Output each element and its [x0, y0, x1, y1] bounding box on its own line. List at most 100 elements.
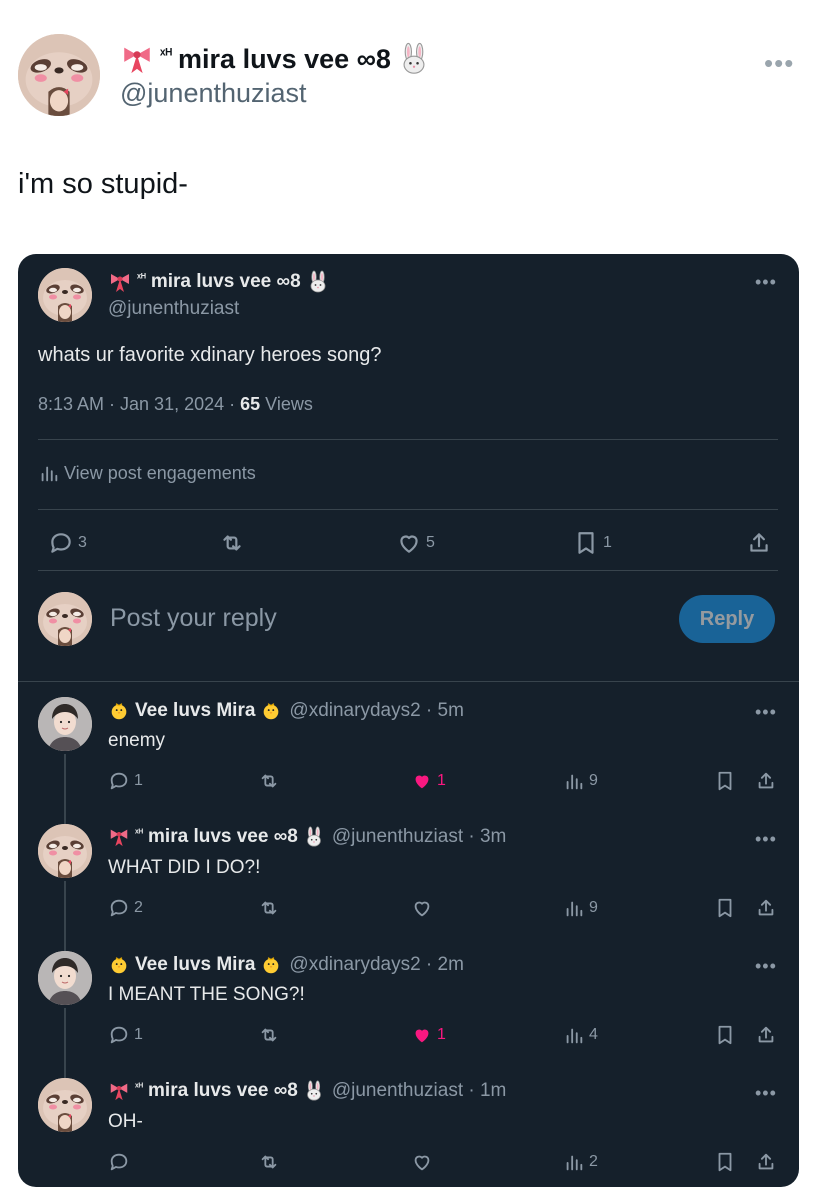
author-name[interactable]: ˣᴴ mira luvs vee ∞8: [120, 42, 431, 76]
reply-icon: [108, 897, 130, 919]
reply-author-name: mira luvs vee ∞8: [148, 1080, 298, 1101]
avatar[interactable]: [38, 951, 92, 1005]
views-button[interactable]: 9: [563, 897, 598, 919]
more-icon[interactable]: •••: [755, 829, 777, 850]
reply-author[interactable]: ˣᴴ mira luvs vee ∞8 @junenthuziast · 3m: [108, 826, 506, 848]
share-icon: [746, 530, 772, 556]
retweet-icon: [258, 1024, 280, 1046]
reply-author[interactable]: ˣᴴ mira luvs vee ∞8 @junenthuziast · 1m: [108, 1080, 506, 1102]
reply-submit-button[interactable]: Reply: [679, 595, 775, 643]
reply-icon: [48, 530, 74, 556]
ribbon-icon: [108, 270, 132, 294]
reply-author-name: Vee luvs Mira: [135, 954, 256, 975]
reply-author[interactable]: Vee luvs Mira @xdinarydays2 · 2m: [108, 954, 464, 976]
chick-icon: [108, 954, 130, 976]
avatar[interactable]: [38, 268, 92, 322]
post-time[interactable]: 8:13 AM · Jan 31, 2024 ·: [38, 394, 240, 414]
author-handle[interactable]: @junenthuziast: [120, 78, 307, 109]
view-engagements-link[interactable]: View post engagements: [38, 462, 256, 484]
views-icon: [38, 462, 60, 484]
reply-input[interactable]: Post your reply: [110, 604, 277, 633]
post-meta: 8:13 AM · Jan 31, 2024 · 65 Views: [38, 394, 313, 415]
author-handle[interactable]: @junenthuziast: [108, 298, 239, 320]
share-button[interactable]: [755, 1151, 777, 1173]
reply-icon: [108, 1024, 130, 1046]
reply-author-name: Vee luvs Mira: [135, 700, 256, 721]
reply-button[interactable]: 2: [108, 897, 143, 919]
views-icon: [563, 770, 585, 792]
bookmark-button[interactable]: [714, 1151, 736, 1173]
reply-count: 2: [134, 899, 143, 916]
like-button[interactable]: [411, 897, 433, 919]
views-count: 9: [589, 772, 598, 789]
like-count: 5: [426, 534, 435, 551]
like-icon: [396, 530, 422, 556]
ribbon-icon: [108, 1080, 130, 1102]
reply-meta: @xdinarydays2 · 5m: [289, 700, 464, 721]
bookmark-button[interactable]: [714, 1024, 736, 1046]
badge-xh: ˣᴴ: [160, 45, 173, 63]
reply-count: 1: [134, 1026, 143, 1043]
like-button[interactable]: 1: [411, 770, 446, 792]
bookmark-button[interactable]: [714, 897, 736, 919]
share-button[interactable]: [755, 1024, 777, 1046]
views-button[interactable]: 4: [563, 1024, 598, 1046]
views-count: 2: [589, 1153, 598, 1170]
reply-button[interactable]: 3: [48, 530, 87, 556]
share-button[interactable]: [755, 897, 777, 919]
avatar[interactable]: [38, 1078, 92, 1132]
thread-line: [64, 881, 66, 951]
avatar[interactable]: [38, 824, 92, 878]
badge-xh: ˣᴴ: [135, 1081, 144, 1093]
like-count: 1: [437, 1026, 446, 1043]
more-icon[interactable]: •••: [755, 1083, 777, 1104]
reply-button[interactable]: 1: [108, 770, 143, 792]
bunny-icon: [306, 270, 330, 294]
views-button[interactable]: 2: [563, 1151, 598, 1173]
bookmark-count: 1: [603, 534, 612, 551]
retweet-icon: [258, 897, 280, 919]
like-button[interactable]: 1: [411, 1024, 446, 1046]
bookmark-button[interactable]: 1: [573, 530, 612, 556]
views-button[interactable]: 9: [563, 770, 598, 792]
reply-text: OH-: [108, 1111, 143, 1132]
retweet-button[interactable]: [258, 770, 280, 792]
reply-button[interactable]: [108, 1151, 130, 1173]
avatar[interactable]: [38, 697, 92, 751]
like-button[interactable]: 5: [396, 530, 435, 556]
more-icon[interactable]: •••: [755, 956, 777, 977]
avatar[interactable]: [38, 592, 92, 646]
more-icon[interactable]: •••: [755, 272, 777, 293]
reply-button[interactable]: 1: [108, 1024, 143, 1046]
views-icon: [563, 1151, 585, 1173]
chick-icon: [260, 954, 282, 976]
badge-xh: ˣᴴ: [135, 827, 144, 839]
like-button[interactable]: [411, 1151, 433, 1173]
views-count: 9: [589, 899, 598, 916]
share-button[interactable]: [755, 770, 777, 792]
embedded-screenshot: ˣᴴ mira luvs vee ∞8 @junenthuziast ••• w…: [18, 254, 799, 1187]
like-icon: [411, 1151, 433, 1173]
author-name-text: mira luvs vee ∞8: [178, 43, 391, 74]
retweet-icon: [219, 530, 245, 556]
retweet-button[interactable]: [258, 1024, 280, 1046]
more-icon[interactable]: •••: [755, 702, 777, 723]
divider: [38, 509, 778, 510]
author-name[interactable]: ˣᴴ mira luvs vee ∞8: [108, 270, 330, 294]
reply-icon: [108, 1151, 130, 1173]
retweet-button[interactable]: [258, 897, 280, 919]
reply-text: I MEANT THE SONG?!: [108, 984, 305, 1005]
reply-meta: @junenthuziast · 3m: [331, 826, 507, 847]
like-count: 1: [437, 772, 446, 789]
share-button[interactable]: [746, 530, 772, 556]
bookmark-button[interactable]: [714, 770, 736, 792]
retweet-button[interactable]: [219, 530, 245, 556]
retweet-button[interactable]: [258, 1151, 280, 1173]
ribbon-icon: [120, 42, 154, 76]
views-icon: [563, 1024, 585, 1046]
more-icon[interactable]: •••: [764, 48, 794, 79]
avatar[interactable]: [18, 34, 100, 116]
reply-author[interactable]: Vee luvs Mira @xdinarydays2 · 5m: [108, 700, 464, 722]
tweet-text: i'm so stupid-: [18, 168, 188, 200]
reply-icon: [108, 770, 130, 792]
